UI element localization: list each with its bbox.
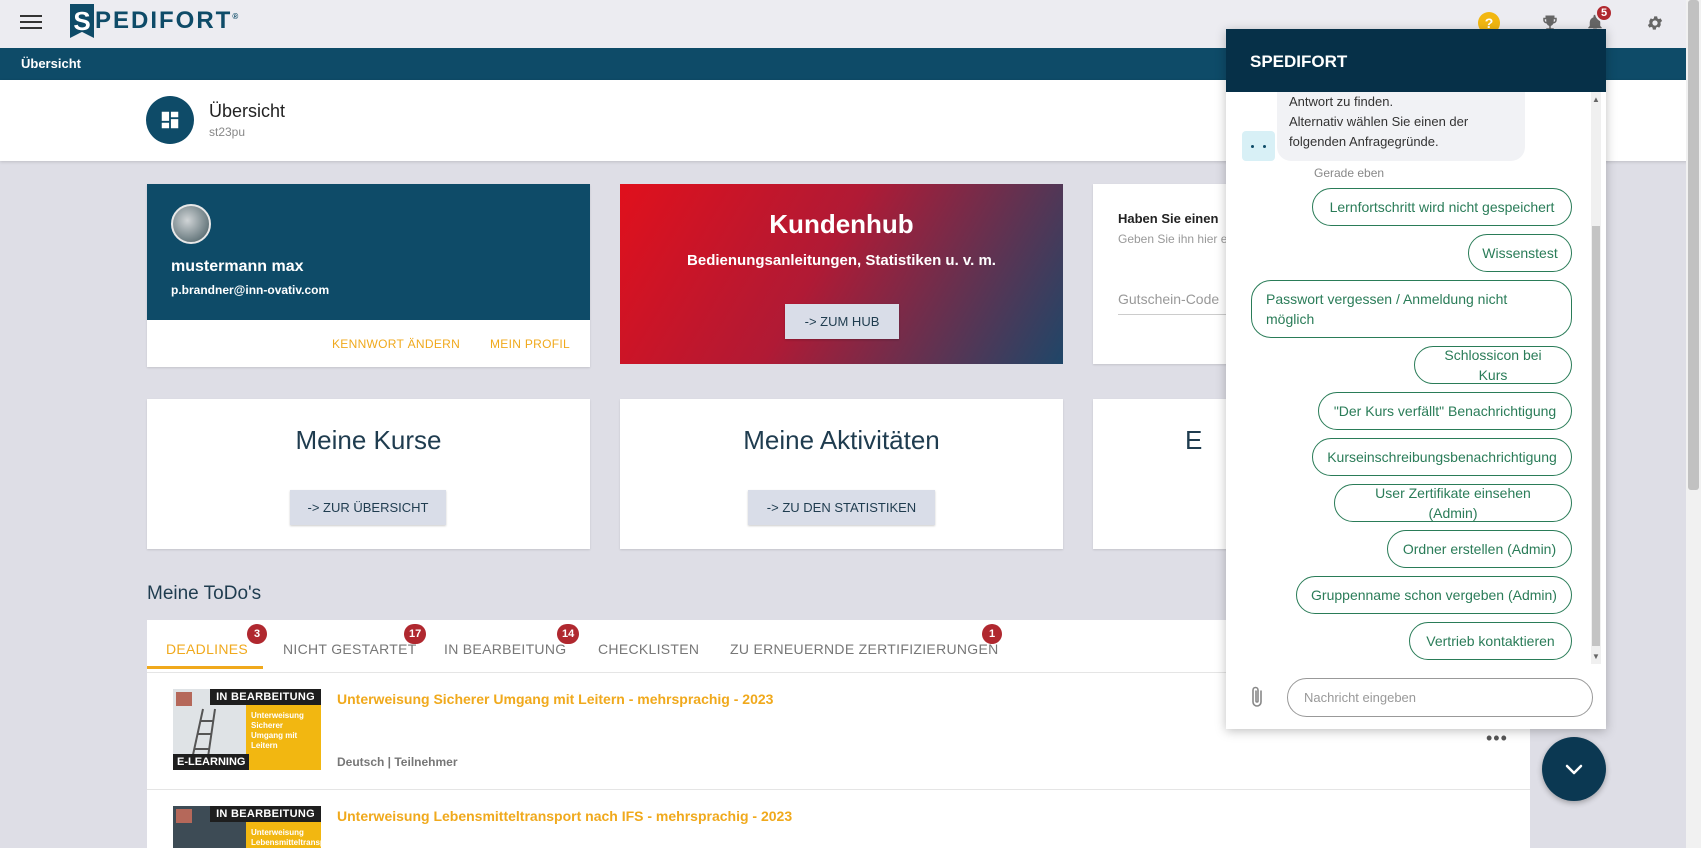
chat-message-input[interactable]: [1287, 678, 1593, 717]
course-title[interactable]: Unterweisung Sicherer Umgang mit Leitern…: [337, 691, 773, 707]
tab-deadlines[interactable]: DEADLINES: [166, 641, 248, 657]
course-thumbnail[interactable]: IN BEARBEITUNG Unterweisung Sicherer Umg…: [173, 689, 321, 770]
calendar-icon: [176, 809, 192, 823]
tab-renewal-certifications[interactable]: ZU ERNEUERNDE ZERTIFIZIERUNGEN: [730, 641, 999, 657]
my-profile-link[interactable]: MEIN PROFIL: [490, 337, 570, 351]
my-courses-tile: [147, 399, 590, 549]
my-activities-title: Meine Aktivitäten: [743, 425, 940, 455]
chat-option-progress[interactable]: Lernfortschritt wird nicht gespeichert: [1312, 188, 1572, 226]
tab-in-progress-badge: 14: [557, 624, 580, 644]
voucher-title: Haben Sie einen: [1118, 211, 1219, 226]
chat-title: SPEDIFORT: [1250, 52, 1348, 71]
profile-name: mustermann max: [171, 258, 304, 275]
to-overview-button[interactable]: -> ZUR ÜBERSICHT: [290, 490, 446, 525]
third-tile-title: E: [1185, 425, 1203, 455]
scroll-up-arrow-icon[interactable]: ▲: [1592, 95, 1600, 104]
chat-option-lock-icon[interactable]: Schlossicon bei Kurs: [1414, 346, 1572, 384]
tab-deadlines-badge: 3: [247, 624, 267, 644]
todos-title: Meine ToDo's: [147, 583, 262, 604]
thumbnail-type: E-LEARNING: [173, 754, 250, 770]
page-title: Übersicht: [209, 101, 286, 121]
more-options-icon[interactable]: •••: [1486, 728, 1508, 749]
thumbnail-caption: Unterweisung Lebensmitteltransport nach …: [251, 828, 321, 847]
profile-email: p.brandner@inn-ovativ.com: [171, 283, 330, 297]
message-timestamp: Gerade eben: [1314, 166, 1385, 180]
chat-option-enrollment[interactable]: Kurseinschreibungsbenachrichtigung: [1312, 438, 1572, 476]
avatar[interactable]: [171, 204, 211, 244]
page-scrollbar-thumb[interactable]: [1688, 0, 1699, 490]
logo[interactable]: S PEDIFORT®: [70, 3, 240, 39]
active-tab-indicator: [147, 666, 263, 669]
tab-checklists[interactable]: CHECKLISTEN: [598, 641, 699, 657]
bot-avatar-icon: [1242, 131, 1275, 161]
logo-mark: S: [70, 4, 94, 38]
to-hub-button[interactable]: -> ZUM HUB: [785, 304, 899, 339]
calendar-icon: [176, 692, 192, 706]
voucher-subtitle: Geben Sie ihn hier e: [1118, 232, 1228, 246]
chat-option-password[interactable]: Passwort vergessen / Anmeldung nicht mög…: [1251, 280, 1572, 338]
hub-title: Kundenhub: [769, 209, 914, 239]
chevron-down-icon: [1565, 764, 1583, 775]
my-activities-tile: [620, 399, 1063, 549]
bot-message: Antwort zu finden. Alternativ wählen Sie…: [1277, 92, 1525, 161]
tab-not-started-badge: 17: [404, 624, 427, 644]
chat-toggle-button[interactable]: [1542, 737, 1606, 801]
tab-in-progress[interactable]: IN BEARBEITUNG: [444, 641, 566, 657]
chat-option-knowledge-test[interactable]: Wissenstest: [1468, 234, 1572, 272]
course-meta: Deutsch | Teilnehmer: [337, 755, 458, 769]
breadcrumb[interactable]: Übersicht: [21, 56, 81, 71]
tab-renewal-badge: 1: [982, 624, 1002, 644]
chat-option-course-expires[interactable]: "Der Kurs verfällt" Benachrichtigung: [1318, 392, 1572, 430]
chat-option-contact-sales[interactable]: Vertrieb kontaktieren: [1409, 622, 1572, 660]
to-statistics-button[interactable]: -> ZU DEN STATISTIKEN: [748, 490, 935, 525]
my-courses-title: Meine Kurse: [295, 425, 442, 455]
bot-message-line: folgenden Anfragegründe.: [1289, 134, 1439, 149]
notification-badge: 5: [1595, 4, 1613, 22]
thumbnail-status: IN BEARBEITUNG: [210, 806, 321, 822]
thumbnail-status: IN BEARBEITUNG: [210, 689, 321, 705]
page-subtitle: st23pu: [209, 125, 246, 139]
chat-option-group-name[interactable]: Gruppenname schon vergeben (Admin): [1296, 576, 1572, 614]
bot-message-line: Alternativ wählen Sie einen der: [1289, 114, 1469, 129]
chat-option-create-folder[interactable]: Ordner erstellen (Admin): [1387, 530, 1572, 568]
change-password-link[interactable]: KENNWORT ÄNDERN: [332, 337, 460, 351]
hub-subtitle: Bedienungsanleitungen, Statistiken u. v.…: [687, 252, 996, 269]
chat-option-certificates[interactable]: User Zertifikate einsehen (Admin): [1334, 484, 1572, 522]
attachment-icon[interactable]: [1248, 685, 1266, 714]
profile-card-header: [147, 184, 590, 320]
thumbnail-caption: Unterweisung Sicherer Umgang mit Leitern: [251, 711, 304, 750]
row-divider: [147, 789, 1530, 790]
scroll-down-arrow-icon[interactable]: ▼: [1592, 652, 1600, 661]
bot-message-line: Antwort zu finden.: [1289, 94, 1394, 109]
gear-icon[interactable]: [1644, 12, 1666, 34]
voucher-code-input[interactable]: Gutschein-Code: [1118, 291, 1219, 307]
tab-not-started[interactable]: NICHT GESTARTET: [283, 641, 417, 657]
course-title[interactable]: Unterweisung Lebensmitteltransport nach …: [337, 808, 792, 824]
menu-icon[interactable]: [20, 12, 42, 32]
course-thumbnail[interactable]: IN BEARBEITUNG Unterweisung Lebensmittel…: [173, 806, 321, 848]
logo-text: PEDIFORT®: [95, 7, 241, 34]
chat-scrollbar-thumb[interactable]: [1592, 226, 1600, 646]
dashboard-icon: [146, 96, 194, 144]
